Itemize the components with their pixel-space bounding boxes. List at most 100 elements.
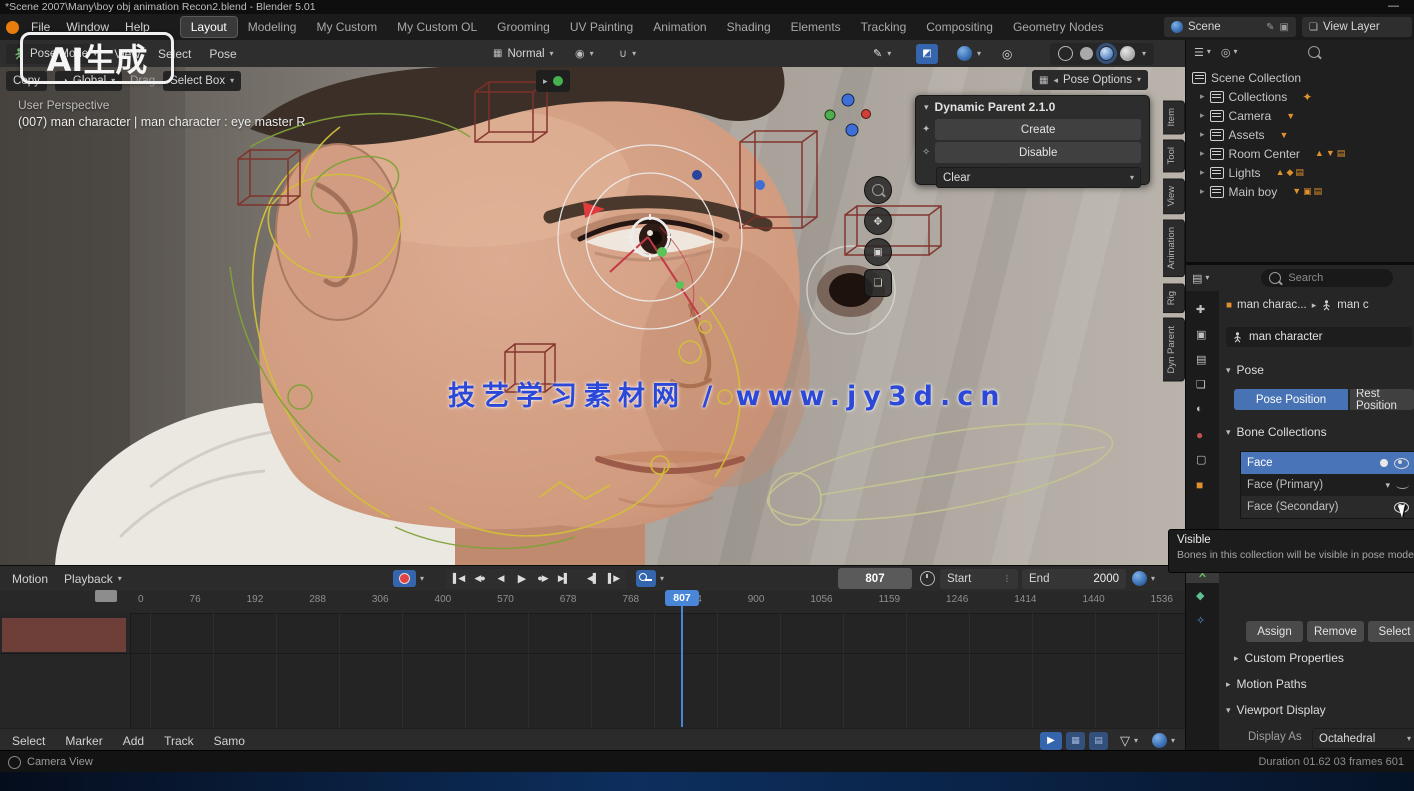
- channel-summary-strip[interactable]: [2, 618, 126, 652]
- visibility-eye-icon[interactable]: [1394, 458, 1409, 469]
- workspace-tab-layout[interactable]: Layout: [180, 16, 238, 38]
- tab-physics-icon[interactable]: ✧: [1196, 614, 1205, 627]
- play-reverse-button[interactable]: ◀: [490, 570, 511, 588]
- create-button[interactable]: Create: [935, 119, 1141, 140]
- pose-options-dropdown[interactable]: ▦ ◂ Pose Options ▾: [1032, 70, 1148, 90]
- workspace-tab-grooming[interactable]: Grooming: [487, 17, 560, 37]
- bone-collection-face-secondary[interactable]: Face (Secondary): [1241, 496, 1414, 518]
- chevron-down-icon[interactable]: ▾: [1171, 737, 1175, 745]
- blender-logo[interactable]: [6, 21, 19, 34]
- pivot-selector[interactable]: ◉ ▾: [568, 44, 601, 64]
- panel-expand-icon[interactable]: ▾: [924, 102, 929, 113]
- shading-wireframe-icon[interactable]: [1058, 46, 1073, 61]
- workspace-tab-uv-painting[interactable]: UV Painting: [560, 17, 643, 37]
- tab-object-icon[interactable]: ■: [1196, 478, 1203, 492]
- viewport-menu-pose[interactable]: Pose: [201, 45, 244, 63]
- jump-to-start-button[interactable]: ▌◀: [448, 570, 469, 588]
- tab-viewlayer-icon[interactable]: ❏: [1196, 378, 1206, 391]
- pose-panel-header[interactable]: ▾ Pose: [1226, 363, 1264, 377]
- orientation-selector[interactable]: ▦ Normal ▾: [486, 44, 561, 64]
- workspace-tab-geometry-nodes[interactable]: Geometry Nodes: [1003, 17, 1114, 37]
- tab-tool-icon[interactable]: ✚: [1196, 303, 1205, 316]
- select-button[interactable]: Select: [1368, 621, 1414, 642]
- proportional-edit-toggle[interactable]: ◩: [916, 44, 938, 64]
- timeline-menu-motion[interactable]: Motion: [4, 570, 56, 588]
- pin-icon[interactable]: ✎: [1266, 22, 1274, 33]
- footer-menu-marker[interactable]: Marker: [57, 732, 110, 750]
- outliner-row-assets[interactable]: ▸ Assets ▼: [1186, 125, 1414, 144]
- shading-material-icon[interactable]: [1100, 47, 1113, 60]
- chevron-down-icon[interactable]: ▾: [1385, 480, 1390, 491]
- chevron-down-icon[interactable]: ▾: [1151, 575, 1155, 583]
- frame-back-button[interactable]: ◀▌: [582, 570, 603, 588]
- sidebar-tab-dyn-parent[interactable]: Dyn Parent: [1163, 318, 1185, 382]
- keyframe-grid[interactable]: [130, 613, 1185, 728]
- play-button[interactable]: ▶: [511, 570, 532, 588]
- custom-properties-panel-header[interactable]: ▸ Custom Properties: [1234, 651, 1344, 665]
- workspace-tab-my-custom-ol[interactable]: My Custom OL: [387, 17, 487, 37]
- zoom-icon[interactable]: [864, 176, 892, 204]
- outliner-row-scene-collection[interactable]: Scene Collection: [1186, 68, 1414, 87]
- globe-icon[interactable]: [1152, 733, 1167, 748]
- footer-menu-add[interactable]: Add: [115, 732, 152, 750]
- playhead-label[interactable]: 807: [665, 590, 699, 606]
- breadcrumb-data[interactable]: man c: [1337, 299, 1368, 311]
- search-icon[interactable]: [1308, 46, 1320, 58]
- tab-collection-icon[interactable]: ▢: [1196, 453, 1206, 466]
- assign-button[interactable]: Assign: [1246, 621, 1303, 642]
- workspace-tab-compositing[interactable]: Compositing: [916, 17, 1003, 37]
- chevron-right-icon[interactable]: ▸: [1200, 110, 1205, 121]
- clear-dropdown[interactable]: Clear ▾: [936, 167, 1141, 188]
- thumbnail-toggle-2[interactable]: ▤: [1089, 732, 1108, 750]
- shading-rendered-icon[interactable]: [1120, 46, 1135, 61]
- breadcrumb-object[interactable]: man charac...: [1237, 299, 1307, 311]
- playhead-cursor-toggle[interactable]: ▶: [1040, 732, 1062, 750]
- properties-editor-type[interactable]: ▤ ▾: [1192, 272, 1209, 285]
- workspace-tab-tracking[interactable]: Tracking: [851, 17, 917, 37]
- scene-selector[interactable]: Scene ✎ ▣: [1164, 17, 1296, 37]
- filter-funnel-icon[interactable]: ▽: [1120, 733, 1130, 749]
- new-scene-icon[interactable]: ▣: [1280, 22, 1289, 33]
- outliner-display-mode[interactable]: ◎ ▾: [1221, 46, 1238, 59]
- solo-dot-icon[interactable]: [1380, 459, 1388, 467]
- chevron-down-icon[interactable]: ▾: [660, 575, 664, 583]
- sidebar-tab-animation[interactable]: Animation: [1163, 219, 1185, 277]
- view-layer-selector[interactable]: ❏ View Layer: [1302, 17, 1412, 37]
- camera-view-icon[interactable]: ▣: [864, 238, 892, 266]
- auto-keying-toggle[interactable]: [393, 570, 416, 587]
- shading-solid-icon[interactable]: [1080, 47, 1093, 60]
- outliner-row-main-boy[interactable]: ▸ Main boy ▼▣▤: [1186, 182, 1414, 201]
- prev-keyframe-button[interactable]: ◀●: [469, 570, 490, 588]
- snap-toggle[interactable]: ▾: [950, 44, 988, 64]
- operator-panel-collapsed[interactable]: ▸: [536, 70, 570, 92]
- chevron-right-icon[interactable]: ▸: [1200, 129, 1205, 140]
- frame-end-field[interactable]: End 2000: [1022, 569, 1126, 589]
- thumbnail-toggle-1[interactable]: ▦: [1066, 732, 1085, 750]
- tab-render-icon[interactable]: ▣: [1196, 328, 1206, 341]
- active-tool-dropdown[interactable]: Select Box ▾: [163, 71, 241, 91]
- channel-region[interactable]: [0, 613, 131, 728]
- search-input[interactable]: [1286, 271, 1385, 285]
- frame-start-field[interactable]: Start ⋮: [940, 569, 1018, 589]
- frame-icon[interactable]: ❏: [864, 269, 892, 297]
- rest-position-button[interactable]: Rest Position: [1350, 389, 1414, 410]
- minimize-button[interactable]: —: [1388, 0, 1399, 12]
- chevron-down-icon[interactable]: ▾: [1134, 737, 1138, 745]
- display-as-dropdown[interactable]: Octahedral ▾: [1312, 728, 1414, 749]
- playhead-line[interactable]: [681, 592, 683, 727]
- annotate-selector[interactable]: ✎ ▾: [866, 44, 898, 64]
- viewport-display-panel-header[interactable]: ▾ Viewport Display: [1226, 703, 1326, 717]
- timeline-ruler[interactable]: 0 76 192 288 306 400 570 678 768 864 900…: [0, 591, 1185, 614]
- outliner-row-room-center[interactable]: ▸ Room Center ▲▼▤: [1186, 144, 1414, 163]
- footer-menu-track[interactable]: Track: [156, 732, 202, 750]
- workspace-tab-my-custom[interactable]: My Custom: [306, 17, 387, 37]
- sidebar-tab-rig[interactable]: Rig: [1163, 283, 1185, 313]
- remove-button[interactable]: Remove: [1307, 621, 1364, 642]
- outliner-row-lights[interactable]: ▸ Lights ▲◆▤: [1186, 163, 1414, 182]
- sidebar-tab-view[interactable]: View: [1163, 178, 1185, 214]
- jump-to-end-button[interactable]: ▶▌: [553, 570, 574, 588]
- outliner-row-camera[interactable]: ▸ Camera ▼: [1186, 106, 1414, 125]
- keying-set-icon[interactable]: [636, 570, 656, 587]
- hand-pan-icon[interactable]: ✥: [864, 207, 892, 235]
- next-keyframe-button[interactable]: ●▶: [532, 570, 553, 588]
